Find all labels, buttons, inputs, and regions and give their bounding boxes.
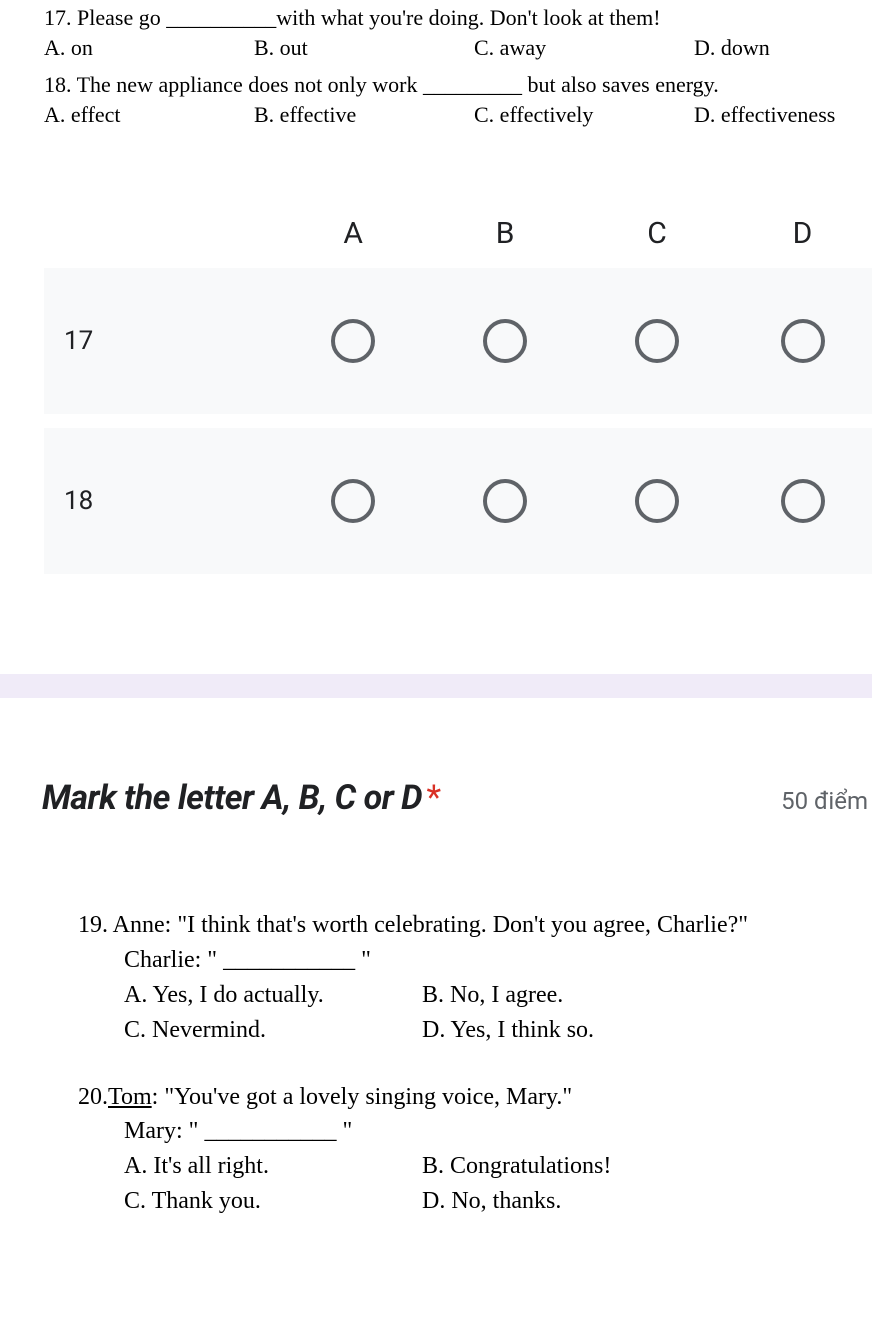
q17-opt-a: A. on [44,35,254,61]
q20-opt-c: C. Thank you. [124,1184,422,1219]
question-17-options: A. on B. out C. away D. down [44,35,872,61]
q17-opt-d: D. down [694,35,872,61]
answer-grid: A B C D 17 18 [44,198,872,574]
q18-opt-a: A. effect [44,102,254,128]
q19-row-cd: C. Nevermind. D. Yes, I think so. [78,1013,872,1048]
q20-opt-a: A. It's all right. [124,1149,422,1184]
q19-opt-a: A. Yes, I do actually. [124,978,422,1013]
grid-cell-17-c [581,319,733,363]
grid-header-d: D [733,216,872,251]
radio-17-d[interactable] [781,319,825,363]
section-header: Mark the letter A, B, C or D * 50 điểm [42,778,872,818]
radio-18-a[interactable] [331,479,375,523]
radio-17-b[interactable] [483,319,527,363]
q19-opt-b: B. No, I agree. [422,978,563,1013]
grid-cell-17-d [733,319,872,363]
question-card-bottom: Mark the letter A, B, C or D * 50 điểm 1… [0,698,872,1218]
q20-line2: Mary: " ___________ " [78,1114,872,1149]
grid-gap [44,414,872,428]
grid-cell-18-b [429,479,581,523]
grid-row-17: 17 [44,268,872,414]
grid-cell-18-d [733,479,872,523]
q20-row-ab: A. It's all right. B. Congratulations! [78,1149,872,1184]
radio-18-d[interactable] [781,479,825,523]
grid-header-c: C [581,216,733,251]
q20-opt-d: D. No, thanks. [422,1184,561,1219]
question-18-text: 18. The new appliance does not only work… [44,67,872,102]
radio-18-c[interactable] [635,479,679,523]
points-label: 50 điểm [781,787,868,815]
grid-row-17-label: 17 [44,326,277,356]
question-17-text: 17. Please go __________with what you're… [44,0,872,35]
grid-cell-18-a [277,479,429,523]
grid-row-18-label: 18 [44,486,277,516]
grid-row-18: 18 [44,428,872,574]
q19-line2: Charlie: " ___________ " [78,943,872,978]
grid-cell-18-c [581,479,733,523]
grid-header-a: A [277,216,429,251]
required-star: * [427,778,441,818]
q20-opt-b: B. Congratulations! [422,1149,611,1184]
q19-opt-c: C. Nevermind. [124,1013,422,1048]
section-divider [0,674,872,698]
radio-17-a[interactable] [331,319,375,363]
q20-lead-prefix: 20. [78,1084,108,1110]
q17-opt-b: B. out [254,35,474,61]
q20-lead-rest: : "You've got a lovely singing voice, Ma… [152,1084,573,1110]
grid-header-b: B [429,216,581,251]
q17-opt-c: C. away [474,35,694,61]
q19-lead: 19. Anne: "I think that's worth celebrat… [78,908,872,943]
question-18-options: A. effect B. effective C. effectively D.… [44,102,872,128]
q18-opt-d: D. effectiveness [694,102,872,128]
radio-17-c[interactable] [635,319,679,363]
section-title: Mark the letter A, B, C or D [42,778,422,818]
q20-lead-name: Tom [108,1084,152,1110]
radio-18-b[interactable] [483,479,527,523]
grid-header-row: A B C D [44,198,872,268]
q18-opt-b: B. effective [254,102,474,128]
q20-lead: 20.Tom: "You've got a lovely singing voi… [78,1080,872,1115]
q19-row-ab: A. Yes, I do actually. B. No, I agree. [78,978,872,1013]
q20-row-cd: C. Thank you. D. No, thanks. [78,1184,872,1219]
questions-19-20-block: 19. Anne: "I think that's worth celebrat… [42,908,872,1218]
q18-opt-c: C. effectively [474,102,694,128]
grid-cell-17-a [277,319,429,363]
q19-opt-d: D. Yes, I think so. [422,1013,594,1048]
grid-cell-17-b [429,319,581,363]
question-card-top: 17. Please go __________with what you're… [0,0,872,634]
